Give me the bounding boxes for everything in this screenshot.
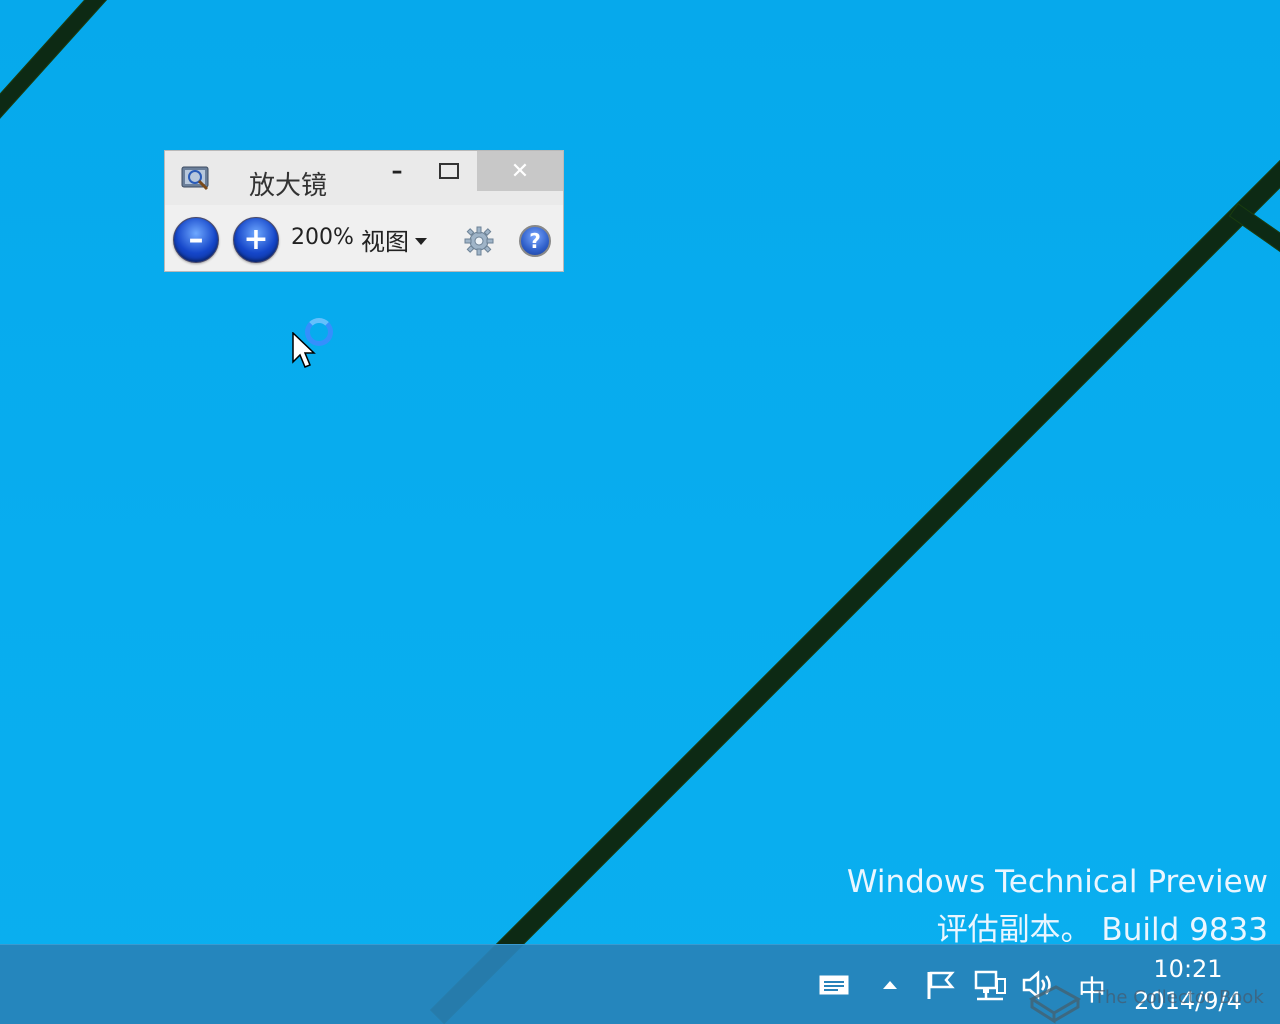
view-menu-label: 视图 — [361, 227, 409, 256]
desktop: 放大镜 – ✕ – + 200% 视图 ? Windows Technical … — [0, 0, 1280, 1024]
mouse-cursor-icon — [292, 331, 316, 370]
wallpaper-beam-left — [0, 0, 369, 172]
magnifier-icon[interactable] — [181, 165, 213, 193]
magnifier-toolbar: – + 200% 视图 ? — [165, 209, 563, 271]
flag-icon[interactable] — [922, 967, 958, 1003]
plus-icon: + — [243, 222, 269, 257]
book-logo-icon — [1026, 969, 1082, 1024]
maximize-icon — [439, 163, 459, 179]
clock-time: 10:21 — [1153, 955, 1223, 983]
close-button[interactable]: ✕ — [477, 151, 563, 191]
message-icon[interactable] — [816, 967, 852, 1003]
network-icon[interactable] — [972, 967, 1008, 1003]
site-watermark: The Collector Book — [1094, 987, 1264, 1008]
magnifier-window[interactable]: 放大镜 – ✕ – + 200% 视图 ? — [164, 150, 564, 272]
edition-watermark: Windows Technical Preview 评估副本。 Build 98… — [847, 858, 1268, 954]
help-icon[interactable]: ? — [519, 225, 551, 257]
zoom-level: 200% — [291, 225, 354, 250]
magnifier-titlebar[interactable]: 放大镜 – ✕ — [165, 151, 563, 205]
chevron-down-icon — [415, 237, 427, 245]
minimize-button[interactable]: – — [379, 151, 415, 191]
zoom-in-button[interactable]: + — [233, 217, 279, 263]
watermark-line-1: Windows Technical Preview — [846, 864, 1268, 900]
view-menu-button[interactable]: 视图 — [361, 219, 427, 259]
minus-icon: – — [188, 222, 204, 257]
maximize-button[interactable] — [431, 151, 467, 191]
chevron-up-icon[interactable] — [872, 967, 908, 1003]
zoom-out-button[interactable]: – — [173, 217, 219, 263]
gear-icon[interactable] — [463, 225, 495, 257]
taskbar: 中 10:21 2014/9/4 The Collector Book — [0, 944, 1280, 1024]
window-title: 放大镜 — [249, 171, 328, 201]
